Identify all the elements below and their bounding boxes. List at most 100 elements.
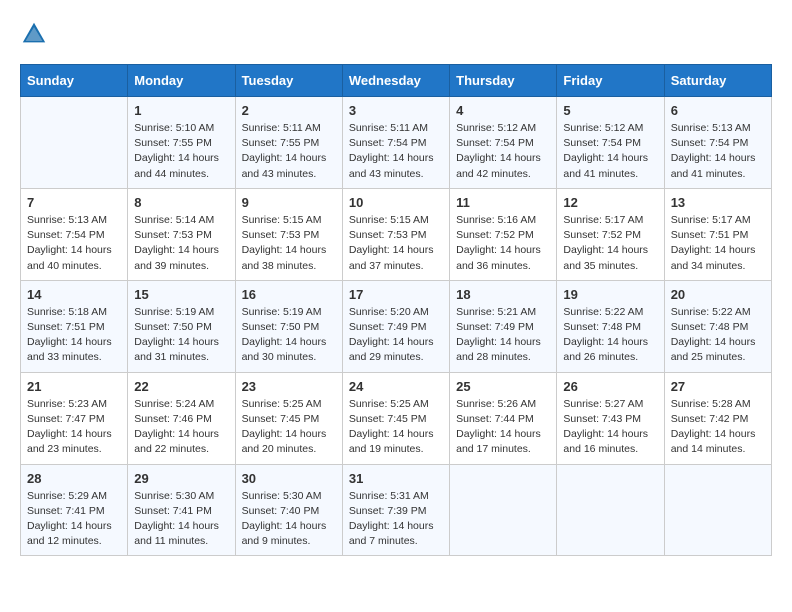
cell-sun-info: Sunrise: 5:11 AMSunset: 7:55 PMDaylight:… [242, 121, 336, 182]
day-number: 5 [563, 103, 657, 118]
calendar-table: SundayMondayTuesdayWednesdayThursdayFrid… [20, 64, 772, 556]
cell-sun-info: Sunrise: 5:30 AMSunset: 7:40 PMDaylight:… [242, 489, 336, 550]
day-number: 11 [456, 195, 550, 210]
day-number: 22 [134, 379, 228, 394]
day-number: 29 [134, 471, 228, 486]
calendar-week-row: 21 Sunrise: 5:23 AMSunset: 7:47 PMDayligh… [21, 372, 772, 464]
calendar-cell: 6 Sunrise: 5:13 AMSunset: 7:54 PMDaylight… [664, 97, 771, 189]
cell-sun-info: Sunrise: 5:13 AMSunset: 7:54 PMDaylight:… [27, 213, 121, 274]
calendar-week-row: 28 Sunrise: 5:29 AMSunset: 7:41 PMDayligh… [21, 464, 772, 556]
day-number: 6 [671, 103, 765, 118]
day-number: 14 [27, 287, 121, 302]
cell-sun-info: Sunrise: 5:22 AMSunset: 7:48 PMDaylight:… [671, 305, 765, 366]
day-number: 26 [563, 379, 657, 394]
day-number: 28 [27, 471, 121, 486]
calendar-cell: 18Sunrise: 5:21 AMSunset: 7:49 PMDayligh… [450, 280, 557, 372]
cell-sun-info: Sunrise: 5:19 AMSunset: 7:50 PMDaylight:… [134, 305, 228, 366]
calendar-cell [664, 464, 771, 556]
day-number: 17 [349, 287, 443, 302]
calendar-cell: 30 Sunrise: 5:30 AMSunset: 7:40 PMDayligh… [235, 464, 342, 556]
column-header-friday: Friday [557, 65, 664, 97]
cell-sun-info: Sunrise: 5:17 AMSunset: 7:51 PMDaylight:… [671, 213, 765, 274]
calendar-cell: 8 Sunrise: 5:14 AMSunset: 7:53 PMDaylight… [128, 188, 235, 280]
calendar-cell: 2 Sunrise: 5:11 AMSunset: 7:55 PMDaylight… [235, 97, 342, 189]
cell-sun-info: Sunrise: 5:26 AMSunset: 7:44 PMDaylight:… [456, 397, 550, 458]
cell-sun-info: Sunrise: 5:23 AMSunset: 7:47 PMDaylight:… [27, 397, 121, 458]
logo [20, 20, 52, 48]
calendar-cell: 4Sunrise: 5:12 AMSunset: 7:54 PMDaylight… [450, 97, 557, 189]
calendar-cell: 12 Sunrise: 5:17 AMSunset: 7:52 PMDayligh… [557, 188, 664, 280]
day-number: 20 [671, 287, 765, 302]
day-number: 10 [349, 195, 443, 210]
cell-sun-info: Sunrise: 5:15 AMSunset: 7:53 PMDaylight:… [242, 213, 336, 274]
day-number: 3 [349, 103, 443, 118]
page-header [20, 20, 772, 48]
calendar-cell: 23 Sunrise: 5:25 AMSunset: 7:45 PMDayligh… [235, 372, 342, 464]
calendar-cell: 10 Sunrise: 5:15 AMSunset: 7:53 PMDayligh… [342, 188, 449, 280]
calendar-cell: 28 Sunrise: 5:29 AMSunset: 7:41 PMDayligh… [21, 464, 128, 556]
cell-sun-info: Sunrise: 5:16 AMSunset: 7:52 PMDaylight:… [456, 213, 550, 274]
calendar-cell: 27 Sunrise: 5:28 AMSunset: 7:42 PMDayligh… [664, 372, 771, 464]
calendar-header-row: SundayMondayTuesdayWednesdayThursdayFrid… [21, 65, 772, 97]
cell-sun-info: Sunrise: 5:28 AMSunset: 7:42 PMDaylight:… [671, 397, 765, 458]
calendar-cell: 9 Sunrise: 5:15 AMSunset: 7:53 PMDaylight… [235, 188, 342, 280]
day-number: 7 [27, 195, 121, 210]
day-number: 2 [242, 103, 336, 118]
day-number: 30 [242, 471, 336, 486]
logo-icon [20, 20, 48, 48]
calendar-cell: 21 Sunrise: 5:23 AMSunset: 7:47 PMDayligh… [21, 372, 128, 464]
calendar-cell: 24Sunrise: 5:25 AMSunset: 7:45 PMDayligh… [342, 372, 449, 464]
day-number: 27 [671, 379, 765, 394]
cell-sun-info: Sunrise: 5:12 AMSunset: 7:54 PMDaylight:… [456, 121, 550, 182]
cell-sun-info: Sunrise: 5:22 AMSunset: 7:48 PMDaylight:… [563, 305, 657, 366]
calendar-cell: 31 Sunrise: 5:31 AMSunset: 7:39 PMDayligh… [342, 464, 449, 556]
calendar-cell: 26 Sunrise: 5:27 AMSunset: 7:43 PMDayligh… [557, 372, 664, 464]
calendar-cell: 11 Sunrise: 5:16 AMSunset: 7:52 PMDayligh… [450, 188, 557, 280]
calendar-cell: 7 Sunrise: 5:13 AMSunset: 7:54 PMDaylight… [21, 188, 128, 280]
day-number: 31 [349, 471, 443, 486]
calendar-cell: 1Sunrise: 5:10 AMSunset: 7:55 PMDaylight… [128, 97, 235, 189]
calendar-week-row: 14 Sunrise: 5:18 AMSunset: 7:51 PMDayligh… [21, 280, 772, 372]
cell-sun-info: Sunrise: 5:24 AMSunset: 7:46 PMDaylight:… [134, 397, 228, 458]
calendar-cell: 5 Sunrise: 5:12 AMSunset: 7:54 PMDaylight… [557, 97, 664, 189]
cell-sun-info: Sunrise: 5:12 AMSunset: 7:54 PMDaylight:… [563, 121, 657, 182]
day-number: 12 [563, 195, 657, 210]
cell-sun-info: Sunrise: 5:14 AMSunset: 7:53 PMDaylight:… [134, 213, 228, 274]
day-number: 16 [242, 287, 336, 302]
calendar-cell [557, 464, 664, 556]
day-number: 8 [134, 195, 228, 210]
cell-sun-info: Sunrise: 5:27 AMSunset: 7:43 PMDaylight:… [563, 397, 657, 458]
calendar-week-row: 7 Sunrise: 5:13 AMSunset: 7:54 PMDaylight… [21, 188, 772, 280]
calendar-cell: 17 Sunrise: 5:20 AMSunset: 7:49 PMDayligh… [342, 280, 449, 372]
cell-sun-info: Sunrise: 5:13 AMSunset: 7:54 PMDaylight:… [671, 121, 765, 182]
day-number: 9 [242, 195, 336, 210]
day-number: 15 [134, 287, 228, 302]
calendar-cell: 20 Sunrise: 5:22 AMSunset: 7:48 PMDayligh… [664, 280, 771, 372]
cell-sun-info: Sunrise: 5:20 AMSunset: 7:49 PMDaylight:… [349, 305, 443, 366]
day-number: 13 [671, 195, 765, 210]
calendar-cell [21, 97, 128, 189]
calendar-cell: 15 Sunrise: 5:19 AMSunset: 7:50 PMDayligh… [128, 280, 235, 372]
calendar-cell: 25Sunrise: 5:26 AMSunset: 7:44 PMDayligh… [450, 372, 557, 464]
cell-sun-info: Sunrise: 5:25 AMSunset: 7:45 PMDaylight:… [242, 397, 336, 458]
calendar-cell: 14 Sunrise: 5:18 AMSunset: 7:51 PMDayligh… [21, 280, 128, 372]
calendar-cell: 16 Sunrise: 5:19 AMSunset: 7:50 PMDayligh… [235, 280, 342, 372]
cell-sun-info: Sunrise: 5:29 AMSunset: 7:41 PMDaylight:… [27, 489, 121, 550]
day-number: 19 [563, 287, 657, 302]
calendar-week-row: 1Sunrise: 5:10 AMSunset: 7:55 PMDaylight… [21, 97, 772, 189]
day-number: 21 [27, 379, 121, 394]
cell-sun-info: Sunrise: 5:18 AMSunset: 7:51 PMDaylight:… [27, 305, 121, 366]
day-number: 23 [242, 379, 336, 394]
cell-sun-info: Sunrise: 5:19 AMSunset: 7:50 PMDaylight:… [242, 305, 336, 366]
cell-sun-info: Sunrise: 5:21 AMSunset: 7:49 PMDaylight:… [456, 305, 550, 366]
column-header-sunday: Sunday [21, 65, 128, 97]
cell-sun-info: Sunrise: 5:17 AMSunset: 7:52 PMDaylight:… [563, 213, 657, 274]
calendar-cell: 29Sunrise: 5:30 AMSunset: 7:41 PMDayligh… [128, 464, 235, 556]
column-header-saturday: Saturday [664, 65, 771, 97]
calendar-cell: 22 Sunrise: 5:24 AMSunset: 7:46 PMDayligh… [128, 372, 235, 464]
cell-sun-info: Sunrise: 5:15 AMSunset: 7:53 PMDaylight:… [349, 213, 443, 274]
cell-sun-info: Sunrise: 5:10 AMSunset: 7:55 PMDaylight:… [134, 121, 228, 182]
column-header-thursday: Thursday [450, 65, 557, 97]
cell-sun-info: Sunrise: 5:31 AMSunset: 7:39 PMDaylight:… [349, 489, 443, 550]
calendar-cell [450, 464, 557, 556]
